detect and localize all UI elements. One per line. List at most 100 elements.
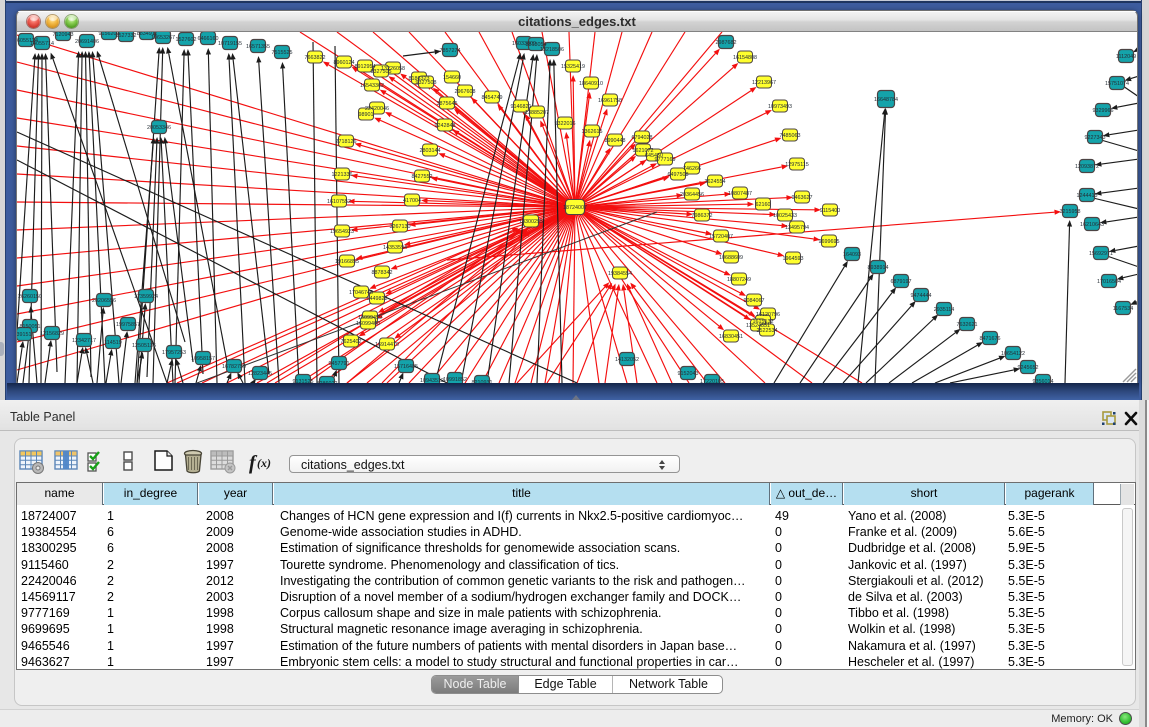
svg-text:10719155: 10719155	[218, 41, 242, 47]
svg-text:1167534: 1167534	[1113, 306, 1134, 312]
svg-text:114519: 114519	[104, 340, 122, 346]
svg-text:62160: 62160	[756, 202, 771, 208]
svg-text:6879197: 6879197	[891, 279, 912, 285]
svg-text:5322016: 5322016	[555, 121, 576, 127]
svg-text:8878342: 8878342	[372, 270, 393, 276]
svg-text:19654923: 19654923	[330, 229, 354, 235]
svg-text:9777169: 9777169	[655, 157, 676, 163]
svg-text:20364456: 20364456	[680, 192, 704, 198]
svg-text:9245652: 9245652	[1018, 365, 1039, 371]
svg-text:6794028: 6794028	[632, 135, 653, 141]
svg-text:18640910: 18640910	[579, 81, 603, 87]
svg-text:1527332: 1527332	[116, 33, 137, 39]
svg-text:2935114: 2935114	[934, 307, 955, 313]
svg-text:26260150: 26260150	[18, 294, 42, 300]
svg-text:19975857: 19975857	[116, 322, 140, 328]
svg-text:10973493: 10973493	[768, 104, 792, 110]
svg-text:9463627: 9463627	[792, 195, 813, 201]
svg-text:417004: 417004	[403, 198, 421, 204]
svg-text:2967608: 2967608	[455, 89, 476, 95]
svg-text:1964593: 1964593	[783, 256, 804, 262]
svg-text:9084067: 9084067	[744, 298, 765, 304]
svg-text:7632621: 7632621	[957, 322, 978, 328]
svg-text:8471676: 8471676	[980, 336, 1001, 342]
svg-text:9227343: 9227343	[1085, 135, 1106, 141]
svg-text:1244415: 1244415	[1077, 193, 1098, 199]
svg-text:1527602: 1527602	[176, 37, 197, 43]
svg-text:1449822: 1449822	[367, 296, 388, 302]
svg-text:164093: 164093	[843, 252, 861, 258]
svg-text:16830451: 16830451	[719, 334, 743, 340]
svg-text:12342717: 12342717	[72, 338, 96, 344]
svg-text:8150051: 8150051	[20, 324, 41, 330]
svg-text:16107552: 16107552	[327, 199, 351, 205]
svg-text:19384554: 19384554	[608, 271, 632, 277]
svg-text:9115400: 9115400	[820, 208, 841, 214]
svg-text:20691406: 20691406	[75, 39, 99, 45]
svg-text:13885207: 13885207	[525, 110, 549, 116]
svg-text:12213967: 12213967	[752, 80, 776, 86]
svg-text:2803144: 2803144	[420, 148, 441, 154]
svg-text:8454749: 8454749	[482, 95, 503, 101]
svg-text:8960124: 8960124	[334, 60, 355, 66]
svg-text:3267130: 3267130	[390, 224, 411, 230]
svg-text:18807249: 18807249	[727, 277, 751, 283]
svg-text:2522534: 2522534	[757, 328, 778, 334]
svg-text:16571355: 16571355	[246, 44, 270, 50]
svg-text:16961758: 16961758	[598, 98, 622, 104]
svg-text:98901: 98901	[359, 112, 374, 118]
svg-text:13495794: 13495794	[785, 225, 809, 231]
svg-text:9699695: 9699695	[819, 239, 840, 245]
svg-text:12505135: 12505135	[132, 343, 156, 349]
svg-text:15751074: 15751074	[1105, 81, 1129, 87]
svg-text:7515525: 7515525	[272, 50, 293, 56]
svg-text:9327505: 9327505	[371, 69, 392, 75]
svg-text:154660: 154660	[443, 75, 461, 81]
svg-text:1221336: 1221336	[332, 172, 353, 178]
svg-text:7120943: 7120943	[53, 32, 74, 38]
svg-text:7625402: 7625402	[341, 339, 362, 345]
svg-text:6466160: 6466160	[198, 36, 219, 42]
svg-text:9152043: 9152043	[678, 371, 699, 377]
svg-text:10025433: 10025433	[773, 213, 797, 219]
svg-text:39151: 39151	[17, 332, 32, 338]
svg-text:14055714: 14055714	[30, 41, 54, 47]
svg-text:8938914: 8938914	[868, 265, 889, 271]
svg-text:9327508: 9327508	[416, 80, 437, 86]
svg-text:6497508: 6497508	[668, 172, 689, 178]
svg-text:12823445: 12823445	[248, 371, 272, 377]
svg-text:13218506: 13218506	[540, 47, 564, 53]
svg-text:2718126: 2718126	[336, 139, 357, 145]
svg-text:7857274: 7857274	[440, 48, 461, 54]
svg-text:10688609: 10688609	[719, 255, 743, 261]
svg-text:19166855: 19166855	[335, 259, 359, 265]
svg-text:17957253: 17957253	[162, 350, 186, 356]
svg-text:2987682: 2987682	[716, 40, 737, 46]
svg-text:12093872: 12093872	[1075, 164, 1099, 170]
svg-text:15720407: 15720407	[709, 234, 733, 240]
svg-text:8990448: 8990448	[605, 138, 626, 144]
svg-text:17016504: 17016504	[1097, 279, 1121, 285]
svg-text:16154808: 16154808	[733, 55, 757, 61]
svg-text:15716485: 15716485	[394, 364, 418, 370]
svg-text:7986372: 7986372	[692, 213, 713, 219]
svg-text:7663822: 7663822	[305, 55, 326, 61]
svg-text:16648784: 16648784	[874, 97, 898, 103]
svg-text:3215958: 3215958	[1060, 209, 1081, 215]
svg-text:10807487: 10807487	[728, 191, 752, 197]
svg-text:1362615: 1362615	[582, 129, 603, 135]
svg-text:9329966: 9329966	[1093, 108, 1114, 114]
svg-text:14132052: 14132052	[615, 357, 639, 363]
svg-text:9457791: 9457791	[329, 361, 350, 367]
svg-text:10654122: 10654122	[1001, 351, 1025, 357]
svg-text:(x): (x)	[257, 456, 271, 470]
svg-text:10991852: 10991852	[443, 377, 467, 383]
svg-text:15692971: 15692971	[1089, 251, 1113, 257]
svg-text:10653267: 10653267	[151, 35, 175, 41]
svg-text:3624554: 3624554	[705, 179, 726, 185]
svg-text:12156829: 12156829	[40, 331, 64, 337]
svg-text:16210643: 16210643	[1080, 222, 1104, 228]
svg-text:16120796: 16120796	[756, 312, 780, 318]
svg-text:18724007: 18724007	[563, 205, 587, 211]
svg-text:18300295: 18300295	[519, 219, 543, 225]
